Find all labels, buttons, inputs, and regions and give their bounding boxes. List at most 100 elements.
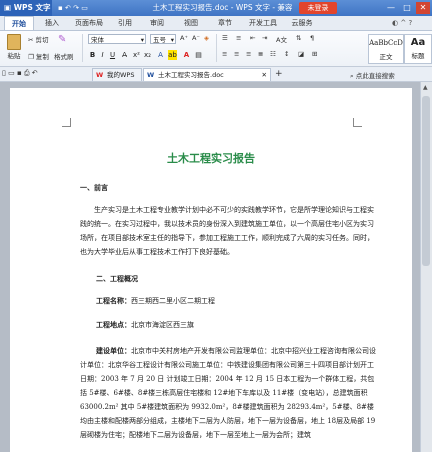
document-page[interactable]: 土木工程实习报告 一、前言 生产实习是土木工程专业教学计划中必不可少的实践教学环… [10, 88, 412, 452]
tab-review[interactable]: 审阅 [144, 16, 170, 30]
tab-cloud[interactable]: 云服务 [286, 16, 318, 30]
document-canvas: 土木工程实习报告 一、前言 生产实习是土木工程专业教学计划中必不可少的实践教学环… [0, 82, 432, 452]
new-tab-button[interactable]: + [275, 69, 283, 79]
copy-button[interactable]: ❐ 复制 [28, 51, 49, 61]
save-icon[interactable]: ▪ [58, 4, 63, 12]
font-color-icon[interactable]: A [182, 50, 191, 60]
align-left-icon[interactable]: ≡ [222, 50, 227, 58]
skin-icon[interactable]: ◐ [392, 19, 398, 27]
section-heading: 一、前言 [80, 183, 108, 192]
shading-icon[interactable]: ◪ [298, 50, 304, 58]
search-link[interactable]: ⌕ 点此直接搜索 [350, 70, 395, 81]
undo-icon[interactable]: ↶ [32, 69, 38, 77]
new-doc-icon[interactable]: ▯ [2, 69, 6, 77]
app-menu-button[interactable]: ▣ WPS 文字 ▾ [0, 0, 52, 28]
print-icon[interactable]: ⎙ [24, 69, 30, 77]
tab-my-wps[interactable]: W 我的WPS [92, 68, 142, 81]
tab-page-layout[interactable]: 页面布局 [70, 16, 108, 30]
field-label: 工程地点： [96, 320, 131, 329]
shrink-font-icon[interactable]: A⁻ [192, 34, 200, 42]
divider [82, 34, 83, 62]
style-heading[interactable]: Aa 标题 [404, 34, 432, 64]
close-button[interactable]: ✕ [416, 2, 430, 14]
font-size-value: 五号 [153, 36, 166, 44]
italic-icon[interactable]: I [98, 50, 107, 60]
collapse-icon[interactable]: ^ [400, 19, 406, 27]
grow-font-icon[interactable]: A⁺ [180, 34, 188, 42]
paragraph: 建设单位：北京市中关村房地产开发有限公司监理单位：北京中招兴业工程咨询有限公司设… [80, 344, 380, 442]
open-icon[interactable]: ▭ [8, 69, 15, 77]
brush-icon: ✎ [58, 34, 67, 45]
document-tab-bar: ▯ ▭ ▪ ⎙ ↶ W 我的WPS W 土木工程实习报告.doc ✕ + ⌕ 点… [0, 67, 432, 82]
document-title-text: 土木工程实习报告 [167, 152, 255, 165]
format-painter-button[interactable]: ✎ [58, 34, 66, 45]
distributed-icon[interactable]: ☷ [270, 50, 276, 58]
field-value: 北京市中关村房地产开发有限公司监理单位：北京中招兴业工程咨询有限公司设计单位：北… [80, 347, 376, 439]
borders-icon[interactable]: ⊞ [312, 50, 317, 58]
tab-references[interactable]: 引用 [112, 16, 138, 30]
scrollbar-thumb[interactable] [422, 96, 430, 266]
char-shading-icon[interactable]: ▤ [194, 50, 203, 60]
paste-label: 粘贴 [7, 52, 21, 60]
maximize-button[interactable]: □ [400, 2, 414, 14]
style-heading-label: 标题 [411, 52, 425, 60]
tab-section[interactable]: 章节 [212, 16, 238, 30]
line-spacing-icon[interactable]: ↕ [284, 50, 289, 58]
strikethrough-icon[interactable]: A̶ [120, 50, 129, 60]
font-size-select[interactable]: 五号 ▾ [150, 34, 176, 44]
bold-icon[interactable]: B [88, 50, 97, 60]
cut-button[interactable]: ✂ 剪切 [28, 34, 49, 44]
tab-document[interactable]: W 土木工程实习报告.doc ✕ [143, 68, 271, 81]
underline-icon[interactable]: U [108, 50, 117, 60]
paste-button[interactable]: 粘贴 [4, 33, 24, 63]
font-name-select[interactable]: 宋体 ▾ [88, 34, 146, 44]
sort-icon[interactable]: ⇅ [296, 34, 301, 42]
highlight-icon[interactable]: ab [168, 50, 177, 60]
chevron-down-icon: ▾ [170, 36, 174, 44]
print-icon[interactable]: ▭ [81, 4, 88, 12]
search-icon: ⌕ [350, 72, 354, 80]
app-name: WPS 文字 [13, 3, 51, 12]
format-painter-label: 格式刷 [54, 53, 74, 61]
tab-developer[interactable]: 开发工具 [244, 16, 282, 30]
chevron-down-icon: ▾ [140, 36, 144, 44]
scroll-up-icon[interactable]: ▲ [423, 84, 428, 91]
minimize-button[interactable]: — [384, 2, 398, 14]
wps-logo-icon: ▣ [4, 3, 12, 12]
paragraph: 生产实习是土木工程专业教学计划中必不可少的实践教学环节，它是所学理论知识与工程实… [80, 206, 374, 256]
project-name-line: 工程名称：西三期西二里小区二期工程 [96, 294, 396, 308]
numbered-list-icon[interactable]: ≡ [236, 34, 241, 42]
bullet-list-icon[interactable]: ☰ [222, 34, 228, 42]
save-icon[interactable]: ▪ [17, 69, 22, 77]
superscript-icon[interactable]: x² [132, 50, 141, 60]
align-center-icon[interactable]: ≡ [234, 50, 239, 58]
style-normal[interactable]: AaBbCcD 正文 [368, 34, 404, 64]
corner-mark [353, 118, 362, 127]
justify-icon[interactable]: ≣ [258, 50, 263, 58]
tab-document-label: 土木工程实习报告.doc [158, 71, 224, 79]
help-icon[interactable]: ? [408, 19, 412, 27]
align-right-icon[interactable]: ≡ [246, 50, 251, 58]
login-button[interactable]: 未登录 [299, 2, 337, 14]
subscript-icon[interactable]: x₂ [143, 50, 152, 60]
redo-icon[interactable]: ↷ [73, 4, 79, 12]
quick-tools: ▯ ▭ ▪ ⎙ ↶ [2, 69, 62, 78]
decrease-indent-icon[interactable]: ⇤ [250, 34, 255, 42]
title-bar: ▣ WPS 文字 ▾ ▪ ↶ ↷ ▭ 土木工程实习报告.doc - WPS 文字… [0, 0, 432, 28]
show-marks-icon[interactable]: ¶ [310, 34, 314, 42]
text-effect-icon[interactable]: A [156, 50, 165, 60]
tab-view[interactable]: 视图 [178, 16, 204, 30]
clipboard-icon [7, 34, 21, 50]
clear-format-icon[interactable]: ◈ [204, 34, 209, 42]
undo-icon[interactable]: ↶ [65, 4, 71, 12]
close-icon[interactable]: ✕ [262, 69, 267, 82]
tab-home[interactable]: 开始 [4, 16, 34, 30]
scissors-icon: ✂ [28, 36, 34, 44]
corner-mark [62, 118, 71, 127]
asian-layout-icon[interactable]: A文 [276, 34, 287, 44]
ribbon-tabs: 开始 插入 页面布局 引用 审阅 视图 章节 开发工具 云服务 ◐ ^ ? [0, 16, 432, 31]
increase-indent-icon[interactable]: ⇥ [262, 34, 267, 42]
doc-icon: W [147, 71, 155, 79]
tab-insert[interactable]: 插入 [38, 16, 66, 30]
field-label: 建设单位： [96, 346, 131, 355]
